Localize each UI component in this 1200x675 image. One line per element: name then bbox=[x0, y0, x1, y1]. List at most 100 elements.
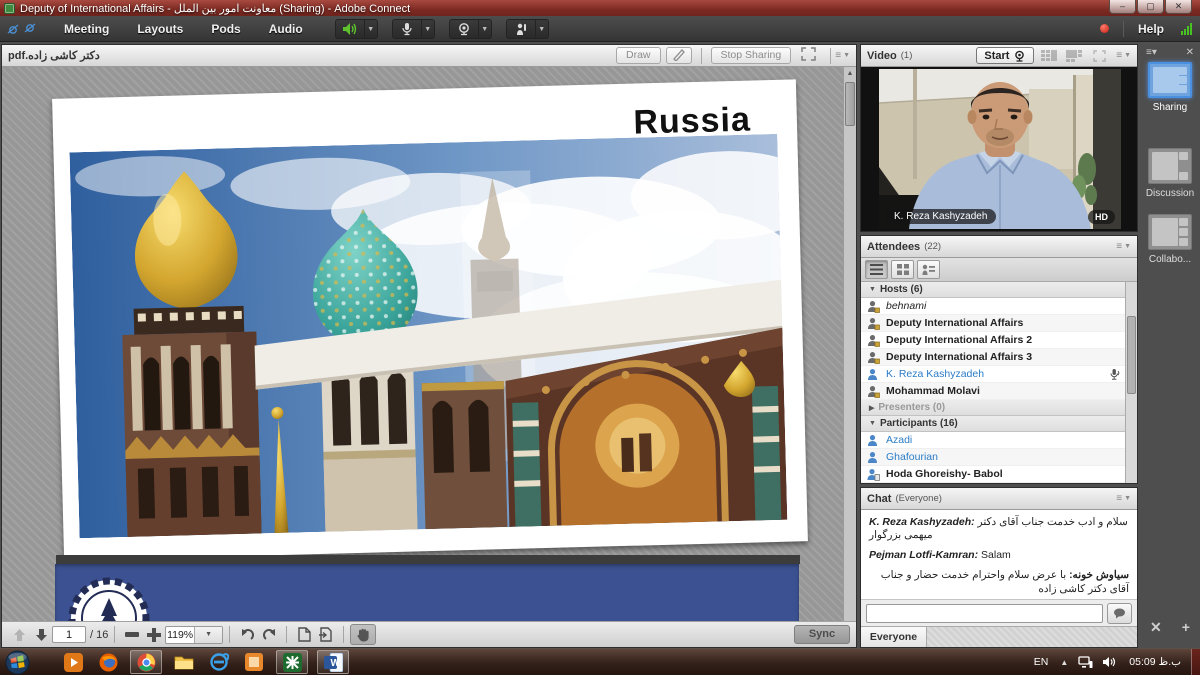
start-webcam-button[interactable]: Start bbox=[976, 47, 1034, 64]
scroll-up-icon[interactable]: ▲ bbox=[844, 67, 856, 80]
windows-taskbar: W EN ▲ 05:09 ب.ظ bbox=[0, 648, 1200, 675]
close-button[interactable]: ✕ bbox=[1165, 0, 1192, 14]
chat-tabs: Everyone bbox=[861, 626, 1137, 647]
host-icon bbox=[867, 385, 880, 398]
layout-sharing[interactable]: Sharing bbox=[1140, 62, 1200, 113]
show-desktop-button[interactable] bbox=[1191, 649, 1200, 675]
explorer-folder-icon[interactable] bbox=[171, 650, 197, 674]
host-icon bbox=[867, 300, 880, 313]
attendee-row[interactable]: Hoda Ghoreishy- Babol bbox=[861, 466, 1125, 483]
raise-hand-dropdown[interactable]: ▼ bbox=[536, 19, 549, 39]
chat-input-row bbox=[861, 599, 1137, 626]
zoom-dropdown-icon[interactable]: ▼ bbox=[194, 627, 223, 643]
previous-page-button[interactable] bbox=[8, 625, 30, 645]
share-pod-menu-icon[interactable]: ≡▼ bbox=[835, 50, 850, 61]
zoom-in-button[interactable] bbox=[143, 625, 165, 645]
video-fullscreen-icon[interactable] bbox=[1089, 48, 1109, 64]
tab-everyone[interactable]: Everyone bbox=[861, 627, 927, 647]
status-view-button[interactable] bbox=[917, 260, 940, 279]
layout-thumbnail[interactable] bbox=[1148, 148, 1192, 184]
rotate-left-button[interactable] bbox=[236, 625, 258, 645]
taskbar-clock[interactable]: 05:09 ب.ظ bbox=[1129, 656, 1181, 668]
page-number-input[interactable] bbox=[52, 626, 86, 643]
chat-pod-menu-icon[interactable]: ≡▼ bbox=[1116, 493, 1131, 504]
attendee-row-active-speaker[interactable]: K. Reza Kashyzadeh bbox=[861, 366, 1125, 383]
presenters-section-header[interactable]: ▶ Presenters (0) bbox=[861, 400, 1125, 416]
speaker-button[interactable] bbox=[335, 19, 365, 39]
fullscreen-icon[interactable] bbox=[796, 47, 821, 64]
attendees-pod-menu-icon[interactable]: ≡▼ bbox=[1116, 241, 1131, 252]
attendee-row[interactable]: Ghafourian bbox=[861, 449, 1125, 466]
draw-button[interactable]: Draw bbox=[616, 47, 661, 64]
delete-layout-icon[interactable]: ✕ bbox=[1150, 619, 1162, 636]
adobe-connect-taskbar-icon[interactable] bbox=[276, 650, 308, 674]
layout-thumbnail[interactable] bbox=[1148, 214, 1192, 250]
next-page-button[interactable] bbox=[30, 625, 52, 645]
send-message-button[interactable] bbox=[1107, 603, 1132, 624]
start-button[interactable] bbox=[4, 650, 30, 674]
network-icon[interactable] bbox=[1078, 656, 1093, 669]
menu-layouts[interactable]: Layouts bbox=[123, 22, 197, 36]
layoutbar-close-icon[interactable]: ✕ bbox=[1186, 47, 1194, 58]
microphone-dropdown[interactable]: ▼ bbox=[422, 19, 435, 39]
internet-explorer-icon[interactable] bbox=[206, 650, 232, 674]
fit-page-button[interactable] bbox=[293, 625, 315, 645]
share-scrollbar[interactable]: ▲ bbox=[843, 67, 856, 621]
minimize-button[interactable]: – bbox=[1109, 0, 1136, 14]
menu-help[interactable]: Help bbox=[1138, 22, 1164, 36]
raise-hand-button[interactable] bbox=[506, 19, 536, 39]
pointer-tool-button[interactable] bbox=[666, 47, 692, 64]
office-icon[interactable] bbox=[241, 650, 267, 674]
chat-pod-header: Chat (Everyone) ≡▼ bbox=[861, 488, 1137, 510]
attendees-scrollbar[interactable] bbox=[1125, 282, 1137, 483]
menu-pods[interactable]: Pods bbox=[197, 22, 254, 36]
participant-icon bbox=[867, 434, 880, 447]
add-layout-icon[interactable]: + bbox=[1182, 619, 1190, 636]
speaker-dropdown[interactable]: ▼ bbox=[365, 19, 378, 39]
layout-thumbnail[interactable] bbox=[1148, 62, 1192, 98]
layout-discussion[interactable]: Discussion bbox=[1140, 148, 1200, 199]
microphone-button[interactable] bbox=[392, 19, 422, 39]
pan-tool-button[interactable] bbox=[350, 624, 376, 645]
webcam-button[interactable] bbox=[449, 19, 479, 39]
grid-view-icon[interactable] bbox=[1039, 48, 1059, 64]
volume-icon[interactable] bbox=[1102, 656, 1116, 668]
fit-width-button[interactable] bbox=[315, 625, 337, 645]
menu-audio[interactable]: Audio bbox=[255, 22, 317, 36]
firefox-icon[interactable] bbox=[95, 650, 121, 674]
menu-meeting[interactable]: Meeting bbox=[50, 22, 123, 36]
host-icon bbox=[867, 334, 880, 347]
attendee-row[interactable]: Mohammad Molavi bbox=[861, 383, 1125, 400]
rotate-right-button[interactable] bbox=[258, 625, 280, 645]
chat-input[interactable] bbox=[866, 604, 1103, 623]
language-indicator[interactable]: EN bbox=[1034, 656, 1049, 668]
layout-collaboration[interactable]: Collabo... bbox=[1140, 214, 1200, 265]
layoutbar-menu-icon[interactable]: ≡▾ bbox=[1146, 47, 1157, 58]
attendee-row[interactable]: behnami bbox=[861, 298, 1125, 315]
scrollbar-thumb[interactable] bbox=[1127, 316, 1136, 394]
slide-photo-church bbox=[69, 134, 787, 538]
attendee-row[interactable]: Azadi bbox=[861, 432, 1125, 449]
word-icon[interactable]: W bbox=[317, 650, 349, 674]
hosts-section-header[interactable]: ▼ Hosts (6) bbox=[861, 282, 1125, 298]
chat-message: K. Reza Kashyzadeh: سلام و ادب خدمت جناب… bbox=[869, 516, 1129, 542]
tray-expand-icon[interactable]: ▲ bbox=[1060, 658, 1068, 667]
attendee-row[interactable]: Deputy International Affairs bbox=[861, 315, 1125, 332]
zoom-out-button[interactable] bbox=[121, 625, 143, 645]
attendee-row[interactable]: Deputy International Affairs 2 bbox=[861, 332, 1125, 349]
chrome-icon[interactable] bbox=[130, 650, 162, 674]
zoom-level-select[interactable]: 119% ▼ bbox=[165, 626, 223, 644]
grid-view-button[interactable] bbox=[891, 260, 914, 279]
list-view-button[interactable] bbox=[865, 260, 888, 279]
attendee-row[interactable]: Deputy International Affairs 3 bbox=[861, 349, 1125, 366]
scrollbar-thumb[interactable] bbox=[845, 82, 855, 126]
media-player-icon[interactable] bbox=[60, 650, 86, 674]
maximize-button[interactable]: ▢ bbox=[1137, 0, 1164, 14]
participants-section-header[interactable]: ▼ Participants (16) bbox=[861, 416, 1125, 432]
webcam-dropdown[interactable]: ▼ bbox=[479, 19, 492, 39]
sync-button[interactable]: Sync bbox=[794, 625, 850, 644]
video-pod-menu-icon[interactable]: ≡▼ bbox=[1116, 50, 1131, 61]
adobe-connect-window: Deputy of International Affairs - معاونت… bbox=[0, 0, 1200, 675]
stop-sharing-button[interactable]: Stop Sharing bbox=[711, 47, 792, 64]
filmstrip-view-icon[interactable] bbox=[1064, 48, 1084, 64]
